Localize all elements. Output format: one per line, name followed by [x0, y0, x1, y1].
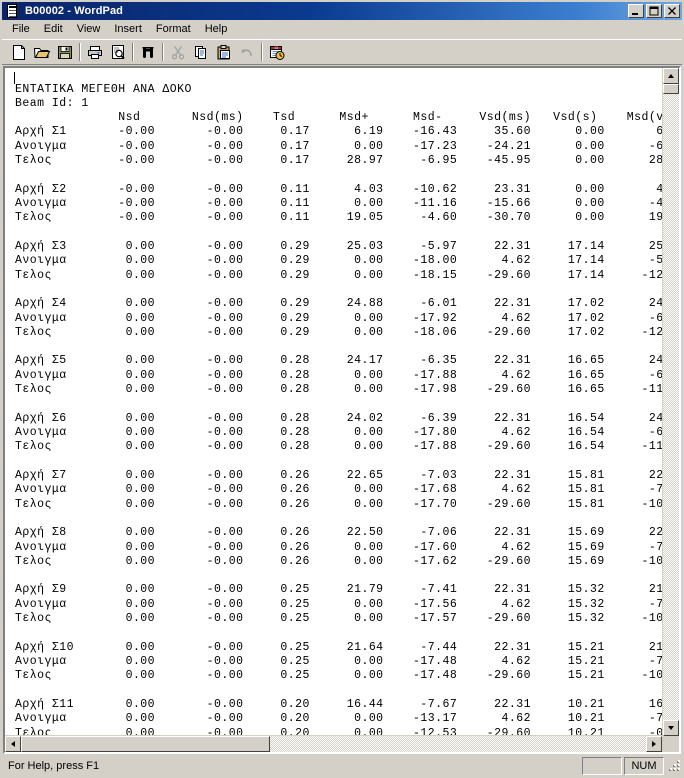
title-bar[interactable]: B00002 - WordPad	[2, 2, 682, 20]
wordpad-window: B00002 - WordPad File Edit View Insert F…	[0, 0, 684, 778]
status-blank-pane	[582, 757, 622, 775]
menu-view[interactable]: View	[70, 21, 108, 38]
toolbar-separator	[159, 41, 166, 63]
new-document-button[interactable]	[7, 41, 30, 63]
paste-button[interactable]	[212, 41, 235, 63]
scroll-down-arrow[interactable]	[663, 720, 679, 736]
menu-edit[interactable]: Edit	[37, 21, 70, 38]
scroll-up-arrow[interactable]	[663, 68, 679, 84]
menu-bar: File Edit View Insert Format Help	[2, 20, 682, 39]
client-area: ΕΝΤΑΤΙΚΑ ΜΕΓΕΘΗ ΑΝΑ ΔΟΚΟ Beam Id: 1 Nsd …	[2, 65, 682, 754]
toolbar-separator	[258, 41, 265, 63]
save-document-button[interactable]	[53, 41, 76, 63]
menu-file[interactable]: File	[5, 21, 37, 38]
document-inner: ΕΝΤΑΤΙΚΑ ΜΕΓΕΘΗ ΑΝΑ ΔΟΚΟ Beam Id: 1 Nsd …	[5, 68, 662, 752]
print-preview-button[interactable]	[106, 41, 129, 63]
resize-grip-icon[interactable]	[666, 758, 682, 774]
toolbar-separator	[129, 41, 136, 63]
cut-button[interactable]	[166, 41, 189, 63]
date-time-button[interactable]: 13	[265, 41, 288, 63]
wordpad-document-icon	[5, 4, 21, 18]
document-frame: ΕΝΤΑΤΙΚΑ ΜΕΓΕΘΗ ΑΝΑ ΔΟΚΟ Beam Id: 1 Nsd …	[3, 66, 681, 754]
undo-button[interactable]	[235, 41, 258, 63]
copy-button[interactable]	[189, 41, 212, 63]
vertical-scrollbar[interactable]	[662, 68, 679, 752]
horizontal-scroll-thumb[interactable]	[21, 736, 270, 752]
scroll-left-arrow[interactable]	[5, 736, 21, 752]
status-help-text: For Help, press F1	[8, 760, 100, 772]
scroll-right-arrow[interactable]	[646, 736, 662, 752]
open-document-button[interactable]	[30, 41, 53, 63]
window-title: B00002 - WordPad	[25, 5, 123, 17]
menu-insert[interactable]: Insert	[107, 21, 149, 38]
caption-button-group	[628, 4, 680, 18]
toolbar-separator	[76, 41, 83, 63]
horizontal-scrollbar[interactable]	[5, 735, 662, 752]
close-button[interactable]	[664, 4, 680, 18]
maximize-button[interactable]	[646, 4, 662, 18]
status-num-indicator: NUM	[624, 757, 664, 775]
menu-help[interactable]: Help	[198, 21, 235, 38]
standard-toolbar: 13	[2, 39, 682, 65]
vertical-scroll-thumb[interactable]	[663, 84, 679, 94]
status-bar: For Help, press F1 NUM	[2, 754, 682, 776]
horizontal-scroll-track[interactable]	[21, 736, 646, 752]
scrollbar-corner	[663, 736, 679, 752]
find-button[interactable]	[136, 41, 159, 63]
document-scroll-viewport[interactable]: ΕΝΤΑΤΙΚΑ ΜΕΓΕΘΗ ΑΝΑ ΔΟΚΟ Beam Id: 1 Nsd …	[5, 68, 662, 735]
minimize-button[interactable]	[628, 4, 644, 18]
vertical-scroll-track[interactable]	[663, 84, 679, 720]
menu-format[interactable]: Format	[149, 21, 198, 38]
svg-text:13: 13	[274, 46, 278, 50]
print-button[interactable]	[83, 41, 106, 63]
document-text[interactable]: ΕΝΤΑΤΙΚΑ ΜΕΓΕΘΗ ΑΝΑ ΔΟΚΟ Beam Id: 1 Nsd …	[15, 83, 662, 736]
